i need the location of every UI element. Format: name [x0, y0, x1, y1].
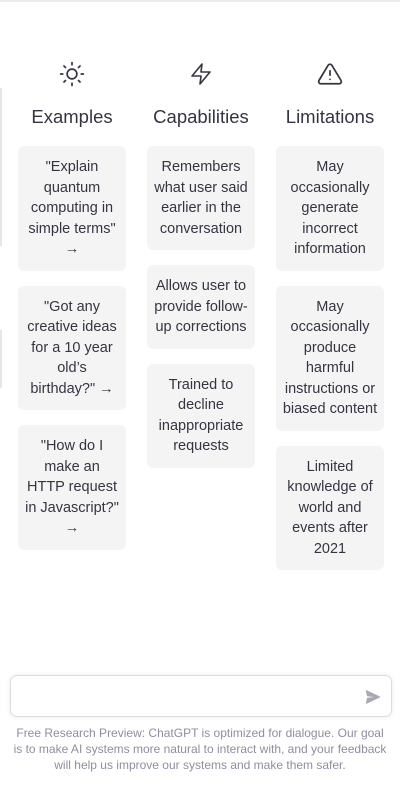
limitations-cards: May occasionally generate incorrect info… — [276, 146, 384, 585]
send-icon — [365, 690, 381, 704]
examples-cards: "Explain quantum computing in simple ter… — [18, 146, 126, 565]
send-button[interactable] — [363, 687, 383, 707]
intro-columns: Examples "Explain quantum computing in s… — [18, 60, 384, 585]
limitation-card: May occasionally generate incorrect info… — [276, 146, 384, 271]
example-prompt-card[interactable]: "Got any creative ideas for a 10 year ol… — [18, 285, 126, 410]
capabilities-title: Capabilities — [153, 106, 249, 127]
left-edge-mark — [0, 88, 2, 246]
left-edge-mark — [0, 330, 2, 388]
warning-icon — [316, 60, 344, 88]
example-prompt-card[interactable]: "Explain quantum computing in simple ter… — [18, 146, 126, 271]
limitation-card: May occasionally produce harmful instruc… — [276, 285, 384, 431]
capability-card: Allows user to provide follow-up correct… — [147, 265, 255, 349]
limitations-title: Limitations — [285, 106, 375, 127]
lightning-icon — [187, 60, 215, 88]
disclaimer-text: Free Research Preview: ChatGPT is optimi… — [13, 726, 387, 772]
capability-card: Trained to decline inappropriate request… — [147, 363, 255, 468]
limitation-card: Limited knowledge of world and events af… — [276, 445, 384, 570]
capability-card: Remembers what user said earlier in the … — [147, 146, 255, 250]
capabilities-column: Capabilities Remembers what user said ea… — [147, 60, 255, 585]
capabilities-cards: Remembers what user said earlier in the … — [147, 146, 255, 483]
example-prompt-card[interactable]: "How do I make an HTTP request in Javasc… — [18, 425, 126, 550]
examples-title: Examples — [31, 106, 113, 127]
limitations-column: Limitations May occasionally generate in… — [276, 60, 384, 585]
examples-column: Examples "Explain quantum computing in s… — [18, 60, 126, 585]
top-divider — [0, 0, 400, 2]
sun-icon — [58, 60, 86, 88]
message-composer — [10, 675, 392, 717]
message-input[interactable] — [19, 684, 353, 712]
